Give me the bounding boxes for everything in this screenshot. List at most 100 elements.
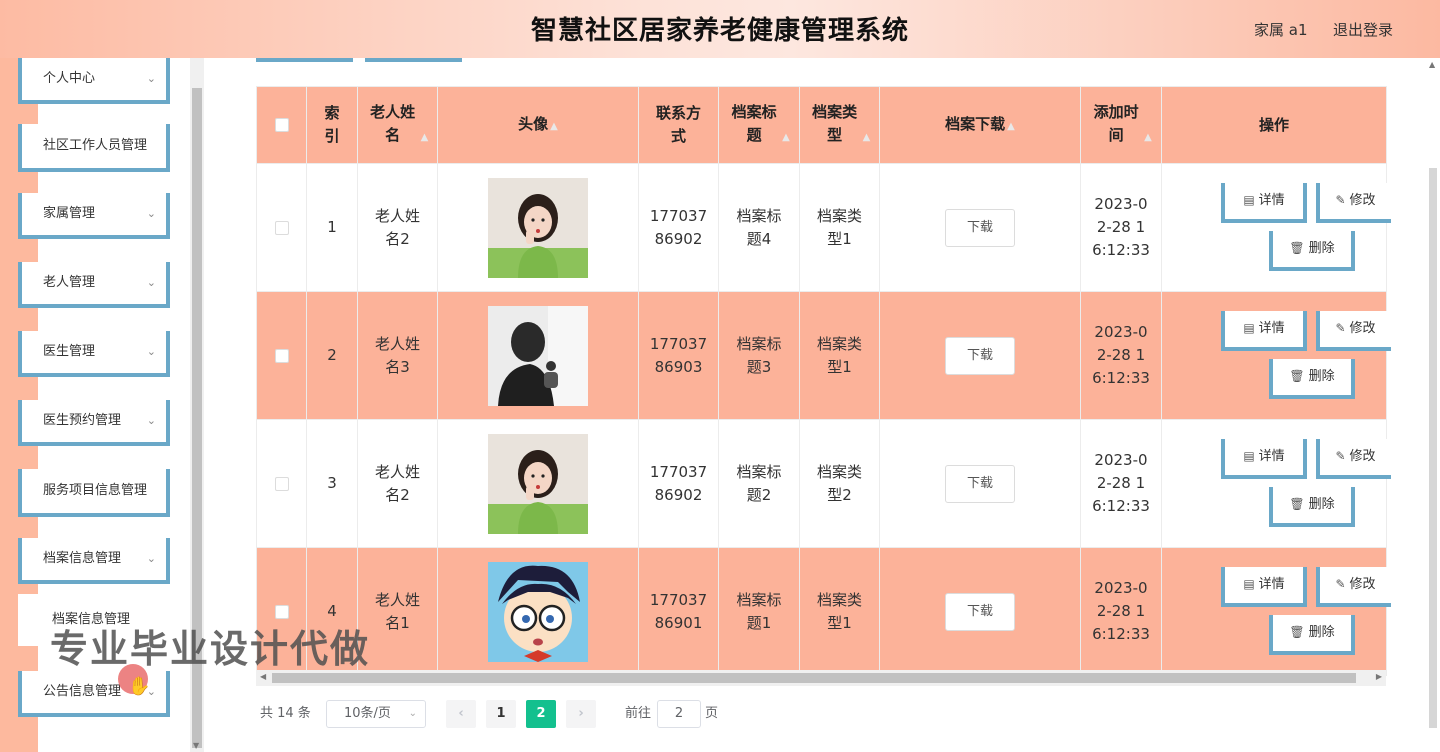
- download-button[interactable]: 下载: [945, 464, 1015, 503]
- sidebar-item-service[interactable]: 服务项目信息管理: [18, 469, 170, 517]
- prev-page-button[interactable]: ‹: [446, 700, 476, 728]
- scroll-left-arrow-icon[interactable]: ◀: [260, 672, 266, 681]
- sidebar-item-label: 公告信息管理: [43, 684, 122, 699]
- pencil-icon: ✎: [1335, 193, 1346, 207]
- sort-icon[interactable]: ▲: [782, 132, 790, 143]
- edit-button[interactable]: ✎ 修改: [1316, 311, 1391, 351]
- table-horizontal-scrollbar[interactable]: ◀ ▶: [256, 670, 1386, 686]
- column-header-type[interactable]: 档案类型 ▲: [799, 86, 880, 164]
- cell-phone: 17703786903: [638, 291, 719, 420]
- sidebar-item-doctor[interactable]: 医生管理 ⌄: [18, 331, 170, 377]
- column-header-title[interactable]: 档案标题 ▲: [718, 86, 800, 164]
- page-size-select[interactable]: 10条/页 ⌄: [326, 700, 426, 728]
- download-button[interactable]: 下载: [945, 208, 1015, 247]
- edit-button[interactable]: ✎ 修改: [1316, 567, 1391, 607]
- sidebar-item-label: 服务项目信息管理: [43, 483, 148, 498]
- sidebar-item-label: 档案信息管理: [43, 551, 122, 566]
- goto-label: 前往: [625, 706, 652, 721]
- row-select-cell[interactable]: [256, 163, 307, 292]
- delete-button[interactable]: 🗑 删除: [1269, 615, 1355, 655]
- delete-button[interactable]: 🗑 删除: [1269, 231, 1355, 271]
- edit-button[interactable]: ✎ 修改: [1316, 183, 1391, 223]
- pencil-icon: ✎: [1335, 577, 1346, 591]
- cell-index: 1: [306, 163, 358, 292]
- avatar: [488, 305, 588, 406]
- pagination-total: 共 14 条: [260, 706, 311, 721]
- sort-icon[interactable]: ▲: [550, 121, 558, 132]
- scroll-down-arrow-icon[interactable]: ▼: [193, 741, 199, 750]
- scrollbar-thumb[interactable]: [272, 673, 1356, 683]
- sort-icon[interactable]: ▲: [1144, 132, 1152, 143]
- cell-time: 2023-02-28 16:12:33: [1080, 419, 1162, 548]
- toolbar-button-partial[interactable]: [256, 58, 353, 62]
- row-checkbox[interactable]: [274, 604, 289, 619]
- cell-time: 2023-02-28 16:12:33: [1080, 163, 1162, 292]
- cell-type: 档案类型1: [799, 547, 880, 676]
- sort-icon[interactable]: ▲: [863, 132, 871, 143]
- document-icon: ▤: [1243, 321, 1255, 335]
- page-1-button[interactable]: 1: [486, 700, 516, 728]
- row-checkbox[interactable]: [274, 476, 289, 491]
- sidebar-item-label: 医生预约管理: [43, 413, 122, 428]
- cell-name: 老人姓名2: [357, 419, 438, 548]
- cell-index: 2: [306, 291, 358, 420]
- table-row: 1 老人姓名2 17703786902 档案标题4 档案类型1 下载 2023-02-28 …: [256, 163, 1391, 292]
- row-checkbox[interactable]: [274, 348, 289, 363]
- cell-time: 2023-02-28 16:12:33: [1080, 547, 1162, 676]
- chevron-down-icon: ⌄: [146, 276, 156, 289]
- scroll-right-arrow-icon[interactable]: ▶: [1376, 672, 1382, 681]
- logout-button[interactable]: 退出登录: [1333, 19, 1393, 40]
- scrollbar-thumb[interactable]: [1429, 168, 1437, 728]
- detail-button[interactable]: ▤ 详情: [1221, 567, 1307, 607]
- avatar: [488, 561, 588, 662]
- trash-icon: 🗑: [1289, 369, 1305, 383]
- detail-button[interactable]: ▤ 详情: [1221, 439, 1307, 479]
- column-header-avatar[interactable]: 头像 ▲: [437, 86, 639, 164]
- sidebar-item-archive[interactable]: 档案信息管理 ⌄: [18, 538, 170, 584]
- trash-icon: 🗑: [1289, 497, 1305, 511]
- download-button[interactable]: 下载: [945, 336, 1015, 375]
- column-header-name[interactable]: 老人姓名 ▲: [357, 86, 438, 164]
- sidebar-item-elderly[interactable]: 老人管理 ⌄: [18, 262, 170, 308]
- cell-actions: ▤ 详情 ✎ 修改 🗑 删除: [1161, 419, 1391, 548]
- watermark-text: 专业毕业设计代做: [50, 627, 371, 671]
- delete-button[interactable]: 🗑 删除: [1269, 487, 1355, 527]
- detail-button[interactable]: ▤ 详情: [1221, 183, 1307, 223]
- sidebar-item-label: 个人中心: [43, 71, 96, 86]
- page-scrollbar[interactable]: ▲: [1426, 58, 1440, 752]
- goto-page-input[interactable]: 2: [657, 700, 701, 728]
- row-select-cell[interactable]: [256, 291, 307, 420]
- select-all-cell[interactable]: [256, 86, 307, 164]
- delete-button[interactable]: 🗑 删除: [1269, 359, 1355, 399]
- cell-actions: ▤ 详情 ✎ 修改 🗑 删除: [1161, 291, 1391, 420]
- cell-index: 3: [306, 419, 358, 548]
- sidebar-item-family[interactable]: 家属管理 ⌄: [18, 193, 170, 239]
- sort-icon[interactable]: ▲: [421, 132, 429, 143]
- cell-actions: ▤ 详情 ✎ 修改 🗑 删除: [1161, 163, 1391, 292]
- page-2-button[interactable]: 2: [526, 700, 556, 728]
- cell-avatar: [437, 547, 639, 676]
- pencil-icon: ✎: [1335, 321, 1346, 335]
- cell-avatar: [437, 291, 639, 420]
- cell-title: 档案标题2: [718, 419, 800, 548]
- detail-button[interactable]: ▤ 详情: [1221, 311, 1307, 351]
- column-header-download[interactable]: 档案下载 ▲: [879, 86, 1081, 164]
- column-header-phone[interactable]: 联系方式: [638, 86, 719, 164]
- sidebar-item-personal-center[interactable]: 个人中心 ⌄: [18, 58, 170, 104]
- row-checkbox[interactable]: [274, 220, 289, 235]
- current-user-label: 家属 a1: [1254, 21, 1308, 39]
- cell-phone: 17703786901: [638, 547, 719, 676]
- next-page-button[interactable]: ›: [566, 700, 596, 728]
- select-all-checkbox[interactable]: [274, 118, 289, 132]
- row-select-cell[interactable]: [256, 419, 307, 548]
- toolbar-button-partial[interactable]: [365, 58, 462, 62]
- download-button[interactable]: 下载: [945, 592, 1015, 631]
- sidebar-item-staff[interactable]: 社区工作人员管理: [18, 124, 170, 172]
- sort-icon[interactable]: ▲: [1007, 121, 1015, 132]
- cell-title: 档案标题4: [718, 163, 800, 292]
- edit-button[interactable]: ✎ 修改: [1316, 439, 1391, 479]
- column-header-time[interactable]: 添加时间 ▲: [1080, 86, 1162, 164]
- sidebar-item-doctor-appointment[interactable]: 医生预约管理 ⌄: [18, 400, 170, 446]
- chevron-down-icon: ⌄: [146, 414, 156, 427]
- scroll-up-arrow-icon[interactable]: ▲: [1429, 60, 1435, 69]
